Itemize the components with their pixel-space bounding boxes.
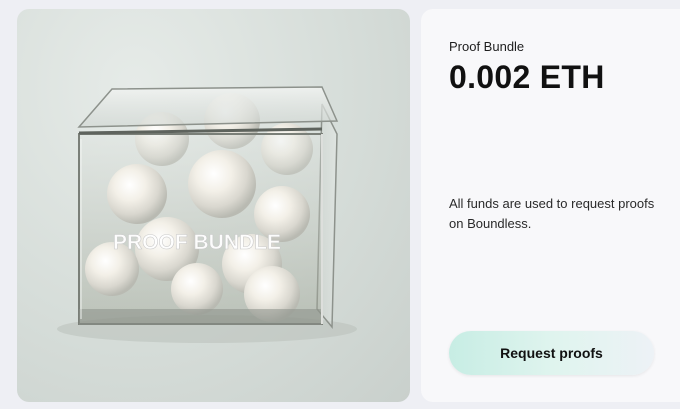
product-price: 0.002 ETH — [449, 59, 605, 95]
product-info-card: Proof Bundle 0.002 ETH All funds are use… — [421, 9, 680, 402]
request-proofs-button[interactable]: Request proofs — [449, 331, 654, 375]
product-label: Proof Bundle — [449, 39, 525, 54]
proof-bundle-cube-illustration: PROOF BUNDLE — [57, 86, 357, 343]
product-description: All funds are used to request proofs on … — [449, 196, 655, 231]
cube-label-text: PROOF BUNDLE — [113, 231, 281, 254]
product-image: PROOF BUNDLE — [17, 9, 410, 402]
